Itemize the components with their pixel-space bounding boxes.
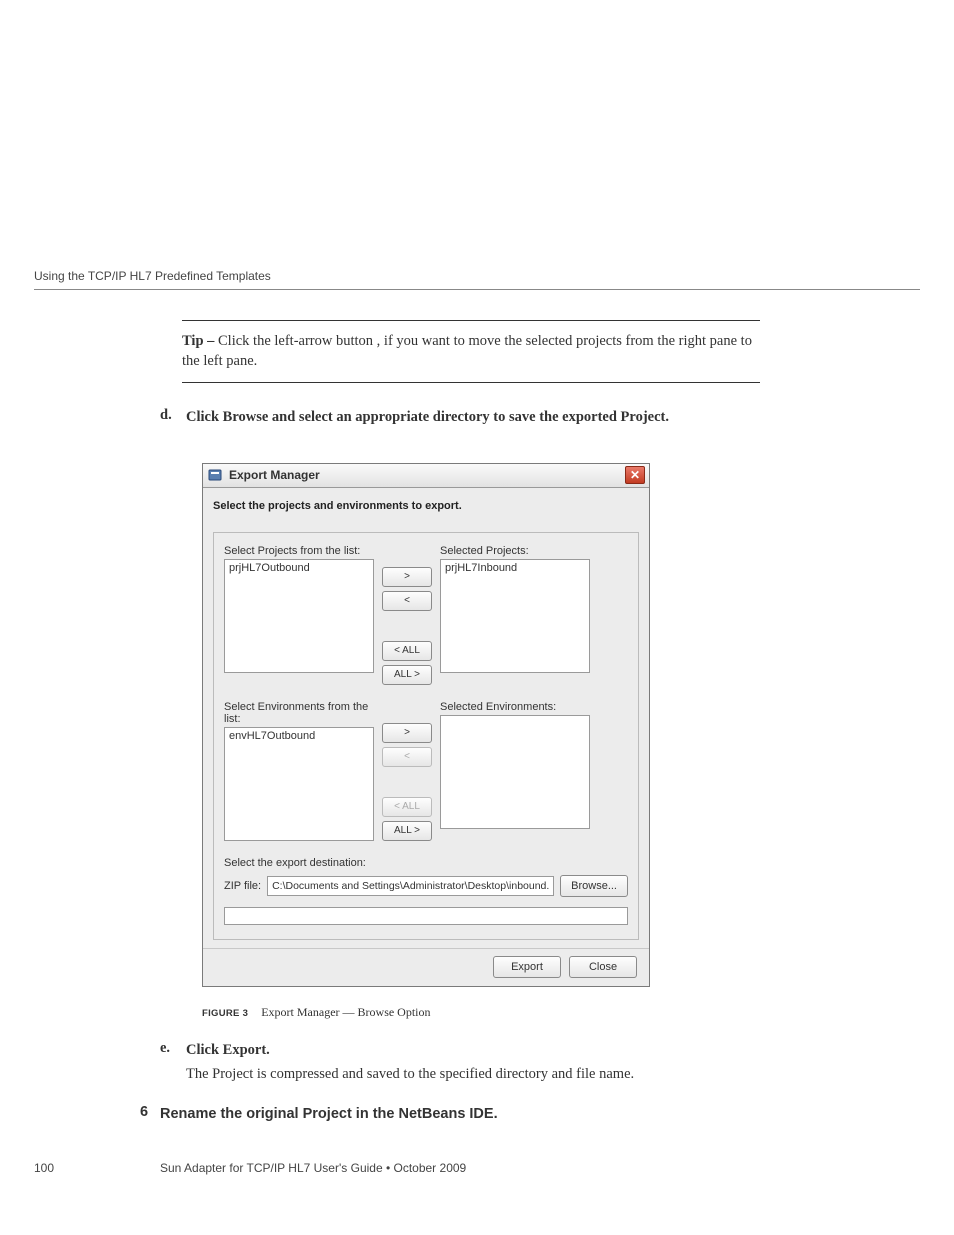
environments-row: Select Environments from the list: envHL… — [224, 701, 628, 841]
step-6-text: Rename the original Project in the NetBe… — [160, 1106, 498, 1122]
env-right-list[interactable] — [440, 715, 590, 829]
env-move-all-right-button[interactable]: ALL > — [382, 821, 432, 841]
export-manager-dialog: Export Manager ✕ Select the projects and… — [202, 463, 650, 987]
step-6: 6 Rename the original Project in the Net… — [160, 1104, 760, 1124]
projects-right-label: Selected Projects: — [440, 545, 590, 557]
move-right-button[interactable]: > — [382, 567, 432, 587]
env-left-list[interactable]: envHL7Outbound — [224, 727, 374, 841]
projects-left-list[interactable]: prjHL7Outbound — [224, 559, 374, 673]
dialog-titlebar: Export Manager ✕ — [203, 464, 649, 488]
doc-title: Sun Adapter for TCP/IP HL7 User's Guide … — [160, 1161, 466, 1175]
list-item[interactable]: prjHL7Outbound — [229, 562, 369, 574]
browse-button[interactable]: Browse... — [560, 875, 628, 897]
projects-left-label: Select Projects from the list: — [224, 545, 374, 557]
app-icon — [207, 467, 223, 483]
export-button[interactable]: Export — [493, 956, 561, 978]
destination-section: Select the export destination: ZIP file:… — [224, 857, 628, 925]
step-e-title: Click Export. — [186, 1040, 270, 1060]
dialog-body: Select the projects and environments to … — [203, 488, 649, 948]
step-e-marker: e. — [160, 1040, 174, 1060]
main-content: Tip – Click the left-arrow button , if y… — [160, 320, 760, 1124]
figure-label: FIGURE 3 — [202, 1008, 248, 1019]
env-transfer-buttons: > < < ALL ALL > — [382, 723, 432, 841]
step-d-text: Click Browse and select an appropriate d… — [186, 407, 669, 427]
step-e-body: The Project is compressed and saved to t… — [186, 1064, 760, 1086]
close-footer-button[interactable]: Close — [569, 956, 637, 978]
projects-transfer-buttons: > < < ALL ALL > — [382, 567, 432, 685]
env-right-label: Selected Environments: — [440, 701, 590, 713]
projects-right-list[interactable]: prjHL7Inbound — [440, 559, 590, 673]
close-icon: ✕ — [630, 468, 640, 482]
env-move-right-button[interactable]: > — [382, 723, 432, 743]
list-item[interactable]: envHL7Outbound — [229, 730, 369, 742]
dialog-title: Export Manager — [229, 468, 320, 482]
move-left-button[interactable]: < — [382, 591, 432, 611]
page-footer: 100 Sun Adapter for TCP/IP HL7 User's Gu… — [34, 1161, 920, 1175]
move-all-right-button[interactable]: ALL > — [382, 665, 432, 685]
page-number: 100 — [34, 1161, 160, 1175]
projects-row: Select Projects from the list: prjHL7Out… — [224, 545, 628, 685]
step-d-marker: d. — [160, 407, 174, 427]
close-button[interactable]: ✕ — [625, 466, 645, 484]
move-all-left-button[interactable]: < ALL — [382, 641, 432, 661]
tip-text: Click the left-arrow button , if you wan… — [182, 333, 752, 369]
tip-label: Tip – — [182, 333, 214, 349]
zip-file-label: ZIP file: — [224, 880, 261, 892]
step-6-marker: 6 — [140, 1104, 148, 1120]
figure-text: Export Manager — Browse Option — [261, 1005, 430, 1019]
running-header: Using the TCP/IP HL7 Predefined Template… — [34, 269, 920, 290]
dialog-heading: Select the projects and environments to … — [213, 500, 639, 512]
dialog-inner: Select Projects from the list: prjHL7Out… — [213, 532, 639, 940]
destination-label: Select the export destination: — [224, 857, 628, 869]
env-move-left-button[interactable]: < — [382, 747, 432, 767]
progress-bar — [224, 907, 628, 925]
step-e: e. Click Export. The Project is compress… — [160, 1040, 760, 1086]
dialog-footer: Export Close — [203, 948, 649, 986]
env-left-label: Select Environments from the list: — [224, 701, 374, 725]
step-d: d. Click Browse and select an appropriat… — [160, 407, 760, 427]
list-item[interactable]: prjHL7Inbound — [445, 562, 585, 574]
env-move-all-left-button[interactable]: < ALL — [382, 797, 432, 817]
tip-box: Tip – Click the left-arrow button , if y… — [182, 320, 760, 383]
figure-caption: FIGURE 3 Export Manager — Browse Option — [202, 1005, 760, 1020]
zip-file-input[interactable] — [267, 876, 554, 896]
